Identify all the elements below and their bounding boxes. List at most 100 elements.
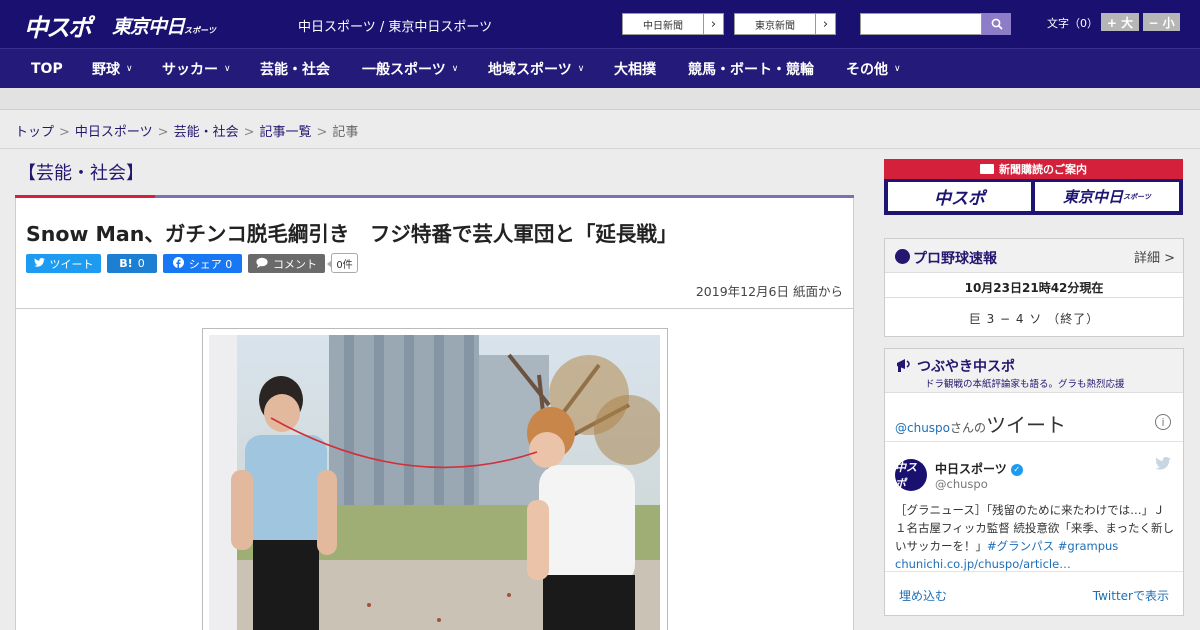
- comment-label: コメント: [273, 257, 317, 271]
- embed-link[interactable]: 埋め込む: [899, 587, 947, 604]
- twitter-bird-icon[interactable]: [1155, 456, 1171, 474]
- ext-link-label: 東京新聞: [755, 20, 795, 32]
- baseball-detail-link[interactable]: 詳細 >: [1134, 247, 1175, 266]
- tokyo-logo-text: 東京中日: [112, 16, 185, 38]
- tokyo-chunichi-logo[interactable]: 東京中日スポーツ: [112, 12, 216, 39]
- nav-label: サッカー: [162, 62, 218, 78]
- twitter-widget-title: つぶやき中スポ: [917, 359, 1015, 375]
- search-icon: [991, 18, 1003, 30]
- breadcrumb-article-list[interactable]: 記事一覧: [260, 125, 312, 140]
- ext-link-label: 中日新聞: [643, 20, 683, 32]
- breadcrumb-divider: [0, 148, 1200, 149]
- verified-icon: ✓: [1010, 463, 1023, 476]
- publish-date: 2019年12月6日 紙面から: [695, 284, 843, 299]
- tweet-author-handle[interactable]: @chuspo: [935, 477, 988, 491]
- game-score[interactable]: 巨 3 − 4 ソ （終了）: [885, 310, 1183, 327]
- subscribe-chuspo-button[interactable]: 中スポ: [888, 182, 1031, 211]
- nav-item-racing[interactable]: 競馬・ボート・競輪: [688, 49, 814, 89]
- newspaper-icon: [980, 164, 994, 174]
- hatena-count: 0: [137, 257, 145, 270]
- nav-label: TOP: [31, 61, 63, 77]
- chevron-right-icon: ›: [815, 14, 835, 34]
- nav-label: 野球: [92, 62, 120, 78]
- tweet-divider: [885, 441, 1183, 442]
- nav-item-soccer[interactable]: サッカー ∨: [162, 49, 231, 89]
- tweet-button[interactable]: ツイート: [26, 254, 101, 273]
- nav-label: 大相撲: [614, 62, 656, 78]
- breadcrumb-chuspo[interactable]: 中日スポーツ: [75, 125, 153, 140]
- twitter-widget-header: つぶやき中スポ ドラ観戦の本紙評論家も語る。グラも熱烈応援: [885, 349, 1183, 393]
- view-on-twitter-link[interactable]: Twitterで表示: [1093, 587, 1169, 604]
- subscribe-tokyo-button[interactable]: 東京中日 スポーツ: [1035, 182, 1179, 211]
- font-larger-button[interactable]: + 大: [1101, 13, 1139, 31]
- speech-bubble-icon: [256, 257, 268, 271]
- subscribe-tokyo-small: スポーツ: [1123, 192, 1151, 201]
- search-input[interactable]: [860, 13, 982, 35]
- baseball-widget-title: プロ野球速報: [913, 251, 997, 267]
- facebook-icon: [172, 256, 184, 271]
- ad-strip: [0, 88, 1200, 110]
- hatena-bookmark-button[interactable]: B! 0: [107, 254, 157, 273]
- twitter-widget: つぶやき中スポ ドラ観戦の本紙評論家も語る。グラも熱烈応援 @chuspoさんの…: [884, 348, 1184, 616]
- font-smaller-button[interactable]: − 小: [1143, 13, 1180, 31]
- tweets-by-heading: @chuspoさんのツイート: [895, 409, 1066, 438]
- article-category: 【芸能・社会】: [18, 163, 144, 184]
- nav-label: 地域スポーツ: [488, 62, 572, 78]
- search-button[interactable]: [982, 13, 1011, 35]
- chuspo-logo[interactable]: 中スポ: [24, 8, 92, 43]
- tweet-hashtags[interactable]: #グランパス #grampus: [987, 539, 1118, 553]
- chunichi-shimbun-link[interactable]: 中日新聞 ›: [622, 13, 724, 35]
- tweets-by-suffix: さんの: [950, 421, 987, 435]
- subscription-title-text: 新聞購読のご案内: [999, 163, 1087, 176]
- chevron-down-icon: ∨: [224, 64, 231, 74]
- comment-button[interactable]: コメント: [248, 254, 325, 273]
- chevron-down-icon: ∨: [126, 64, 133, 74]
- tweet-author-name[interactable]: 中日スポーツ ✓: [935, 460, 1023, 477]
- nav-item-general-sports[interactable]: 一般スポーツ ∨: [362, 49, 458, 89]
- font-size-label: 文字（0）: [1047, 17, 1098, 30]
- breadcrumb-entertainment[interactable]: 芸能・社会: [174, 125, 239, 140]
- tweet-link[interactable]: chunichi.co.jp/chuspo/article…: [895, 557, 1071, 571]
- article-photo[interactable]: [209, 335, 660, 630]
- nav-item-top[interactable]: TOP: [31, 49, 63, 89]
- chevron-down-icon: ∨: [577, 64, 585, 74]
- breadcrumb-current: 記事: [332, 125, 359, 140]
- nav-label: 競馬・ボート・競輪: [688, 62, 814, 78]
- info-icon[interactable]: i: [1155, 414, 1171, 430]
- breadcrumb-top[interactable]: トップ: [15, 125, 54, 140]
- tweet-footer-divider: [885, 571, 1183, 572]
- hatena-icon: B!: [119, 257, 133, 270]
- subscribe-tokyo-text: 東京中日: [1063, 188, 1124, 206]
- tweet-text: ［グラニュース］「残留のために来たわけでは…」Ｊ１名古屋フィッカ監督 続投意欲「…: [895, 501, 1175, 573]
- breadcrumb-separator: >: [316, 125, 328, 140]
- baseball-icon: [895, 249, 910, 264]
- tweets-by-handle[interactable]: @chuspo: [895, 421, 950, 435]
- tweet-label: ツイート: [49, 257, 94, 271]
- chevron-right-icon: ›: [703, 14, 723, 34]
- nav-label: 一般スポーツ: [362, 62, 446, 78]
- nav-item-entertainment[interactable]: 芸能・社会: [260, 49, 330, 89]
- tweets-by-word: ツイート: [986, 413, 1067, 437]
- main-nav: TOP 野球 ∨ サッカー ∨ 芸能・社会 一般スポーツ ∨ 地域スポーツ ∨ 大相撲 …: [0, 48, 1200, 88]
- comment-count: 0件: [327, 253, 358, 273]
- megaphone-icon: [897, 359, 910, 372]
- subscription-title: 新聞購読のご案内: [884, 159, 1183, 179]
- nav-item-baseball[interactable]: 野球 ∨: [92, 49, 133, 89]
- tweet-author-text: 中日スポーツ: [935, 462, 1007, 476]
- nav-label: その他: [846, 62, 888, 78]
- breadcrumb-separator: >: [243, 125, 255, 140]
- avatar[interactable]: 中スポ: [895, 459, 927, 491]
- nav-item-sumo[interactable]: 大相撲: [614, 49, 656, 89]
- subscription-banner[interactable]: 新聞購読のご案内 中スポ 東京中日 スポーツ: [884, 159, 1183, 215]
- baseball-widget: プロ野球速報 詳細 > 10月23日21時42分現在 巨 3 − 4 ソ （終了…: [884, 238, 1184, 337]
- nav-item-local-sports[interactable]: 地域スポーツ ∨: [488, 49, 584, 89]
- facebook-share-label: シェア 0: [188, 257, 233, 271]
- twitter-widget-subtitle: ドラ観戦の本紙評論家も語る。グラも熱烈応援: [925, 379, 1125, 390]
- facebook-share-button[interactable]: シェア 0: [163, 254, 242, 273]
- tokyo-logo-small: スポーツ: [184, 26, 216, 35]
- breadcrumb: トップ > 中日スポーツ > 芸能・社会 > 記事一覧 > 記事: [15, 121, 358, 140]
- nav-item-other[interactable]: その他 ∨: [846, 49, 901, 89]
- tokyo-shimbun-link[interactable]: 東京新聞 ›: [734, 13, 836, 35]
- article-title: Snow Man、ガチンコ脱毛綱引き フジ特番で芸人軍団と「延長戦」: [26, 222, 678, 246]
- nav-label: 芸能・社会: [260, 62, 330, 78]
